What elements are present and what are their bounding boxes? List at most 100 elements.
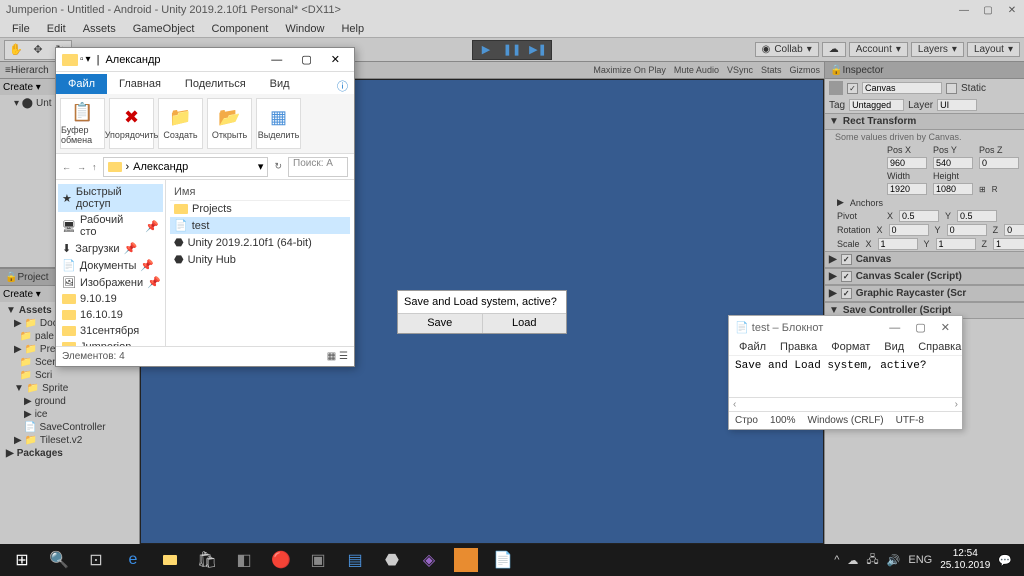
save-button[interactable]: Save	[398, 314, 483, 333]
scale-z[interactable]	[993, 238, 1024, 250]
side-quick-access[interactable]: ★ Быстрый доступ	[58, 184, 163, 212]
explorer-file-list[interactable]: Имя Projects 📄 test ⬣ Unity 2019.2.10f1 …	[166, 180, 354, 346]
notepad-minimize[interactable]: —	[889, 322, 900, 334]
ribbon-clipboard[interactable]: 📋Буфер обмена	[60, 98, 105, 149]
canvas-component[interactable]: ▶ ✓ Canvas	[825, 251, 1024, 268]
np-menu-edit[interactable]: Правка	[774, 340, 823, 354]
item-ground[interactable]: ▶ ground	[2, 395, 137, 408]
taskbar-clock[interactable]: 12:54 25.10.2019	[940, 548, 990, 572]
folder-scri[interactable]: 📁 Scri	[2, 369, 137, 382]
notepad-scrollbar[interactable]: ‹›	[729, 397, 962, 411]
menu-gameobject[interactable]: GameObject	[125, 21, 203, 37]
ribbon-organize[interactable]: ✖Упорядочить	[109, 98, 154, 149]
task-view-button[interactable]: ⊡	[78, 544, 114, 576]
folder-sprite[interactable]: ▼ 📁 Sprite	[2, 382, 137, 395]
static-checkbox[interactable]	[946, 83, 957, 94]
item-ice[interactable]: ▶ ice	[2, 408, 137, 421]
object-name-input[interactable]	[862, 82, 942, 94]
anchors-row[interactable]: ▶ Anchors	[825, 196, 1024, 209]
opt-maximize[interactable]: Maximize On Play	[593, 65, 666, 75]
side-folder-4[interactable]: Jumperion	[58, 339, 163, 346]
file-test[interactable]: 📄 test	[170, 217, 350, 234]
tray-network-icon[interactable]: 🖧	[866, 551, 878, 570]
file-unity[interactable]: ⬣ Unity 2019.2.10f1 (64-bit)	[170, 234, 350, 251]
down-arrow-icon[interactable]: ▾	[86, 54, 91, 66]
np-menu-view[interactable]: Вид	[878, 340, 910, 354]
width-input[interactable]	[887, 183, 927, 195]
raw-icon[interactable]: R	[992, 185, 998, 194]
account-dropdown[interactable]: Account ▾	[849, 42, 908, 57]
tray-lang[interactable]: ENG	[908, 554, 932, 566]
tray-up-icon[interactable]: ^	[834, 554, 839, 566]
item-savecontroller[interactable]: 📄 SaveController	[2, 421, 137, 434]
quick-access-icon[interactable]: ▫	[80, 54, 84, 66]
column-name-header[interactable]: Имя	[170, 184, 350, 201]
side-downloads[interactable]: ⬇ Загрузки 📌	[58, 240, 163, 257]
project-create-dropdown[interactable]: Create ▾	[3, 289, 41, 300]
rot-x[interactable]	[889, 224, 929, 236]
search-box[interactable]: Поиск: А	[288, 157, 348, 177]
ribbon-new[interactable]: 📁Создать	[158, 98, 203, 149]
explorer-titlebar[interactable]: ▫ ▾ | Александр — ▢ ✕	[56, 48, 354, 72]
np-menu-file[interactable]: Файл	[733, 340, 772, 354]
notepad-maximize[interactable]: ▢	[915, 322, 925, 334]
side-documents[interactable]: 📄 Документы 📌	[58, 257, 163, 274]
explorer-maximize[interactable]: ▢	[301, 54, 311, 66]
tray-cloud-icon[interactable]: ☁	[847, 554, 858, 567]
help-icon[interactable]: ⓘ	[337, 78, 348, 94]
posx-input[interactable]	[887, 157, 927, 169]
ribbon-open[interactable]: 📂Открыть	[207, 98, 252, 149]
address-bar[interactable]: › Александр ▾	[103, 157, 269, 177]
opt-gizmos[interactable]: Gizmos	[789, 65, 820, 75]
create-dropdown[interactable]: Create ▾	[3, 82, 41, 93]
side-pictures[interactable]: 🖼 Изображени 📌	[58, 274, 163, 291]
rot-z[interactable]	[1004, 224, 1024, 236]
load-button[interactable]: Load	[483, 314, 567, 333]
start-button[interactable]: ⊞	[4, 544, 40, 576]
tb-app2[interactable]: ▣	[300, 544, 336, 576]
packages-folder[interactable]: ▶ Packages	[2, 447, 137, 460]
explorer-sidebar[interactable]: ★ Быстрый доступ 🖥 Рабочий сто 📌 ⬇ Загру…	[56, 180, 166, 346]
side-desktop[interactable]: 🖥 Рабочий сто 📌	[58, 212, 163, 240]
tb-notepad[interactable]: 📄	[485, 544, 521, 576]
notepad-titlebar[interactable]: 📄 test – Блокнот — ▢ ✕	[729, 316, 962, 338]
ribbon-select[interactable]: ▦Выделить	[256, 98, 301, 149]
tb-app1[interactable]: ◧	[226, 544, 262, 576]
menu-file[interactable]: File	[4, 21, 38, 37]
menu-window[interactable]: Window	[277, 21, 332, 37]
rot-y[interactable]	[947, 224, 987, 236]
view-icons[interactable]: ▦ ☰	[327, 351, 348, 362]
search-button[interactable]: 🔍	[41, 544, 77, 576]
nav-forward[interactable]: →	[77, 162, 86, 172]
blueprint-icon[interactable]: ⊞	[979, 185, 986, 194]
active-checkbox[interactable]: ✓	[847, 83, 858, 94]
menu-component[interactable]: Component	[203, 21, 276, 37]
menu-help[interactable]: Help	[333, 21, 372, 37]
tab-home[interactable]: Главная	[107, 74, 173, 94]
layout-dropdown[interactable]: Layout ▾	[967, 42, 1020, 57]
height-input[interactable]	[933, 183, 973, 195]
menu-edit[interactable]: Edit	[39, 21, 74, 37]
notepad-close[interactable]: ✕	[941, 322, 950, 334]
scale-x[interactable]	[878, 238, 918, 250]
opt-vsync[interactable]: VSync	[727, 65, 753, 75]
notifications-icon[interactable]: 💬	[998, 554, 1012, 567]
maximize-button[interactable]: ▢	[982, 4, 994, 16]
step-button[interactable]: ▶❚	[525, 41, 551, 59]
tag-dropdown[interactable]	[849, 99, 904, 111]
canvas-scaler-component[interactable]: ▶ ✓ Canvas Scaler (Script)	[825, 268, 1024, 285]
scale-y[interactable]	[936, 238, 976, 250]
tb-unity[interactable]: ⬣	[374, 544, 410, 576]
tb-explorer[interactable]	[152, 544, 188, 576]
tb-vs[interactable]: ◈	[411, 544, 447, 576]
raycaster-component[interactable]: ▶ ✓ Graphic Raycaster (Scr	[825, 285, 1024, 302]
side-folder-1[interactable]: 9.10.19	[58, 291, 163, 307]
tb-app3[interactable]: ▤	[337, 544, 373, 576]
np-menu-help[interactable]: Справка	[912, 340, 967, 354]
tab-file[interactable]: Файл	[56, 74, 107, 94]
notepad-text-area[interactable]: Save and Load system, active?	[729, 356, 962, 397]
explorer-close[interactable]: ✕	[331, 54, 340, 66]
file-projects[interactable]: Projects	[170, 201, 350, 217]
pivot-y[interactable]	[957, 210, 997, 222]
play-button[interactable]: ▶	[473, 41, 499, 59]
